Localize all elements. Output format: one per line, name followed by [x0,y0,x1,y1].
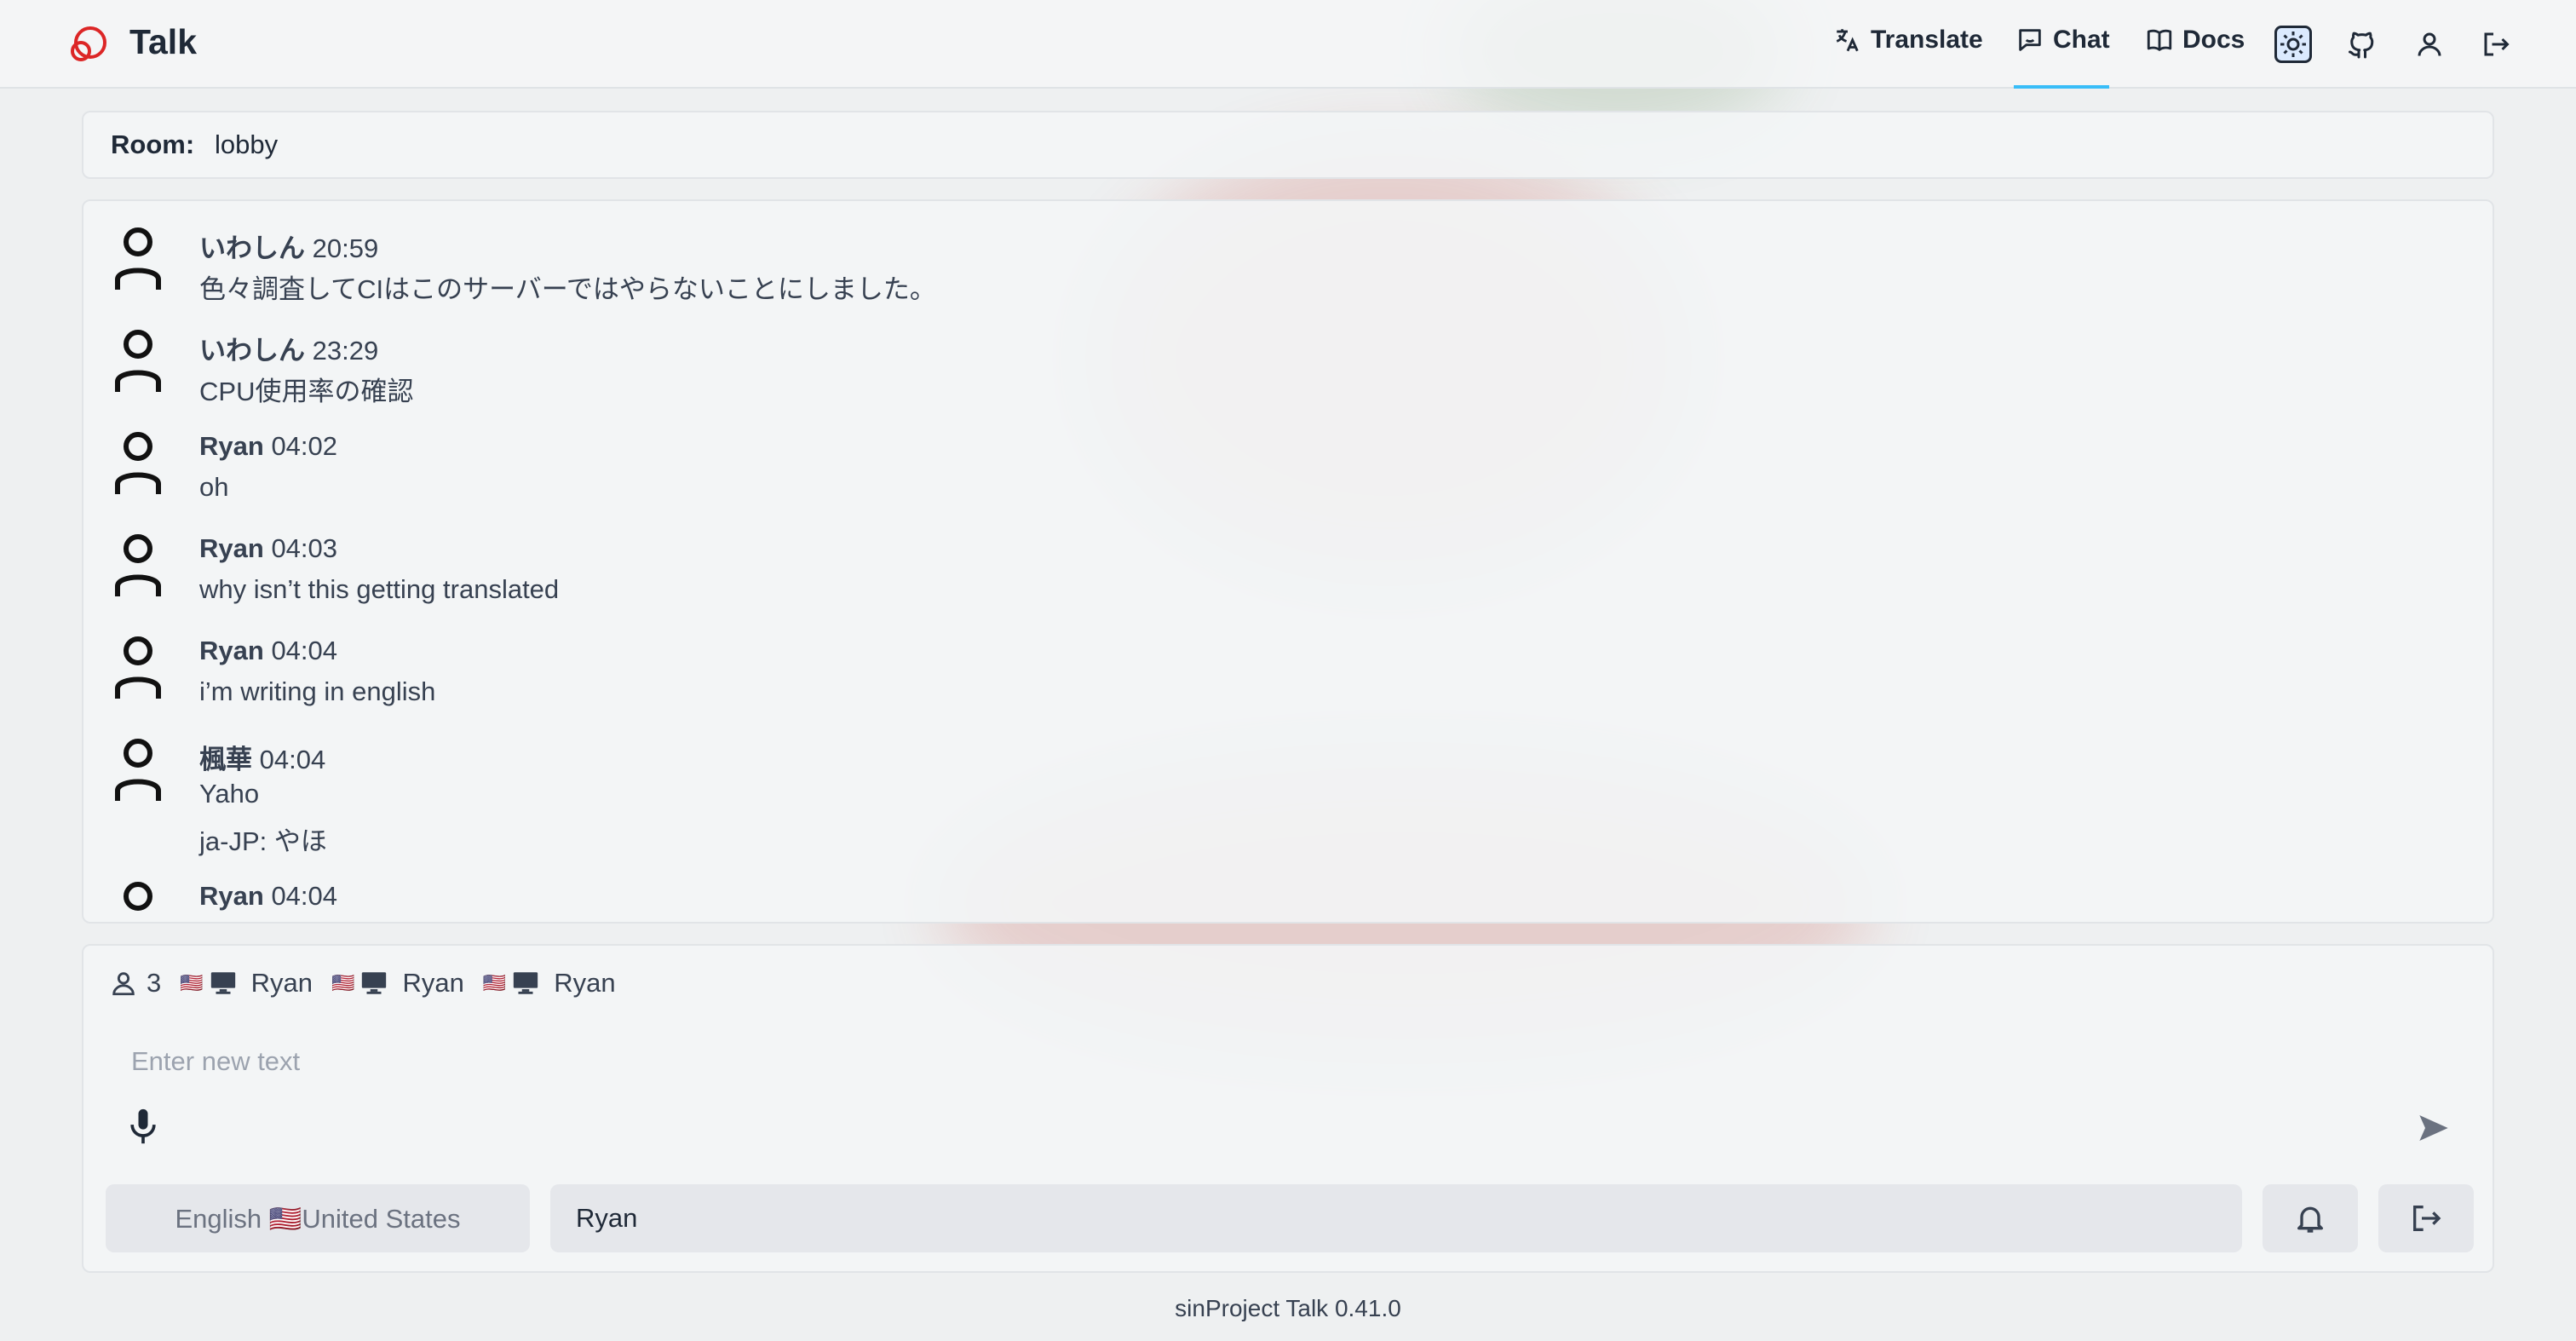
message-time: 04:03 [271,533,338,563]
message-time: 04:02 [271,431,338,461]
message-text: i’m writing in english [199,676,436,706]
online-user-name: Ryan [250,968,313,998]
message-author: Ryan [199,431,264,461]
online-user: 🇺🇸 Ryan [483,968,616,999]
online-users: 3 🇺🇸 Ryan 🇺🇸 Ryan 🇺🇸 Ryan [109,968,616,999]
message-header: Ryan 04:03 [199,533,337,564]
message-header: Ryan 04:04 [199,636,337,666]
sun-icon [2280,32,2306,57]
room-name: lobby [215,129,279,159]
message-text: why isn’t this getting translated [199,574,560,604]
user-avatar-icon [115,636,161,699]
flag-us-icon: 🇺🇸 [482,972,507,993]
message-header: いわしん 20:59 [199,227,378,265]
chat-icon [2019,29,2041,51]
name-field[interactable]: Ryan [550,1184,2242,1252]
theme-toggle-button[interactable] [2274,26,2312,63]
github-button[interactable] [2343,26,2380,63]
online-user: 🇺🇸 Ryan [180,968,313,999]
user-avatar-icon [124,882,152,911]
message-header: いわしん 23:29 [199,329,378,367]
message-text: CPU使用率の確認 [199,377,414,406]
leave-room-button[interactable] [2378,1184,2474,1252]
message-author: 楓華 [199,745,252,774]
desktop-icon [514,972,538,994]
nav-translate[interactable]: Translate [1833,26,1983,55]
footer-version: sinProject Talk 0.41.0 [1175,1295,1401,1321]
logout-icon [2484,32,2510,56]
nav-translate-label: Translate [1871,26,1983,54]
message-time: 04:04 [271,881,338,911]
user-avatar-icon [115,227,161,290]
message-author: Ryan [199,636,264,665]
message-header: Ryan 04:04 [199,881,337,912]
message-text: Yaho [199,779,260,809]
user-avatar-icon [115,534,161,596]
desktop-icon [210,972,235,994]
message-author: いわしん [199,336,305,365]
online-user: 🇺🇸 Ryan [331,968,464,999]
users-icon [112,972,135,996]
talk-logo-icon[interactable] [66,24,109,66]
notification-button[interactable] [2263,1184,2358,1252]
message-author: Ryan [199,881,264,911]
logout-button[interactable] [2477,26,2515,63]
nav-chat-label: Chat [2053,26,2110,54]
user-avatar-icon [115,330,161,392]
app-title[interactable]: Talk [129,22,197,62]
online-count: 3 [147,968,162,998]
room-label: Room: [111,129,195,159]
bell-icon [2297,1206,2323,1233]
message-author: Ryan [199,533,264,563]
flag-us-icon: 🇺🇸 [180,972,204,993]
online-user-name: Ryan [402,968,464,998]
send-icon[interactable] [2416,1111,2452,1145]
user-avatar-icon [115,432,161,494]
message-translation: ja-JP: やほ [199,826,327,856]
message-text: 色々調査してCIはこのサーバーではやらないことにしました。 [199,274,936,304]
logout-icon [2413,1206,2441,1231]
flag-us-icon: 🇺🇸 [331,972,355,993]
message-header: 楓華 04:04 [199,738,325,776]
message-list[interactable]: いわしん 20:59 色々調査してCIはこのサーバーではやらないことにしました。… [82,199,2494,924]
top-navbar: Talk Translate Chat Docs [0,0,2576,89]
github-icon [2349,32,2374,59]
user-avatar-icon [115,739,161,801]
translate-icon [1836,29,1859,52]
user-icon [2418,32,2441,56]
book-icon [2147,29,2172,51]
microphone-icon[interactable] [128,1108,158,1145]
message-input[interactable]: Enter new text [131,1046,300,1077]
message-text: oh [199,472,229,502]
message-author: いわしん [199,233,305,263]
nav-docs[interactable]: Docs [2145,26,2245,55]
room-bar: Room: lobby [82,111,2494,179]
language-select[interactable]: English 🇺🇸United States [106,1184,530,1252]
nav-docs-label: Docs [2182,26,2245,54]
desktop-icon [362,972,387,994]
message-time: 20:59 [312,233,379,263]
message-time: 04:04 [271,636,338,665]
active-tab-indicator [2014,85,2109,89]
profile-button[interactable] [2411,26,2448,63]
message-time: 23:29 [312,336,379,365]
composer-panel: 3 🇺🇸 Ryan 🇺🇸 Ryan 🇺🇸 Ryan Enter new text… [82,944,2494,1273]
nav-chat[interactable]: Chat [2015,26,2110,55]
message-time: 04:04 [259,745,326,774]
online-user-name: Ryan [554,968,616,998]
message-header: Ryan 04:02 [199,431,337,462]
